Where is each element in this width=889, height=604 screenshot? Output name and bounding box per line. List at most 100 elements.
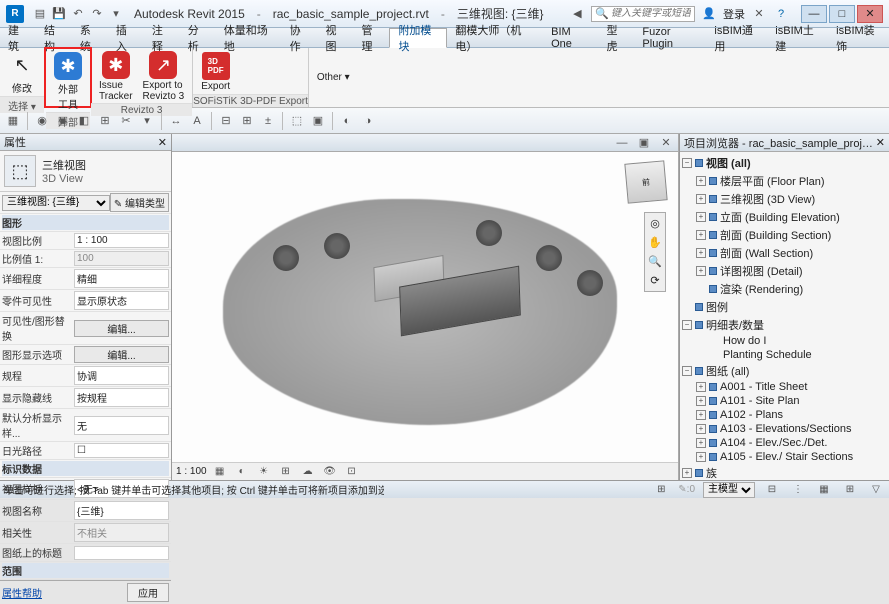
tree-node[interactable]: +A001 - Title Sheet [682,380,887,394]
vt-icon[interactable]: ⊞ [238,112,256,130]
browser-header[interactable]: 项目浏览器 - rac_basic_sample_project.rvt ✕ [680,134,889,152]
tab-系统[interactable]: 系统 [72,28,108,47]
tree-node[interactable]: Planting Schedule [682,348,887,362]
vcb-icon[interactable]: ◐ [233,463,251,481]
vt-icon[interactable]: ▣ [54,112,72,130]
vt-icon[interactable]: ⊟ [217,112,235,130]
tree-node[interactable]: +A104 - Elev./Sec./Det. [682,436,887,450]
qat-undo-icon[interactable]: ↶ [70,6,86,22]
doc-restore-icon[interactable]: ▣ [636,135,652,151]
vt-icon[interactable]: ◉ [33,112,51,130]
info-icon[interactable]: ◀ [569,6,585,22]
exchange-icon[interactable]: ✕ [751,6,767,22]
tab-注释[interactable]: 注释 [144,28,180,47]
vt-icon[interactable]: ⊞ [96,112,114,130]
tree-node[interactable]: +剖面 (Building Section) [682,226,887,244]
property-value[interactable]: ☐ [74,443,169,458]
tab-插入[interactable]: 插入 [108,28,144,47]
vt-icon[interactable]: ▣ [309,112,327,130]
vt-icon[interactable]: ✂ [117,112,135,130]
property-value[interactable]: 无 [74,416,169,435]
app-icon[interactable]: R [6,5,24,23]
viewport-3d[interactable]: 前 ◎ ✋ 🔍 ⟳ [172,152,678,462]
qat-redo-icon[interactable]: ↷ [89,6,105,22]
vcb-icon[interactable]: 👁 [321,463,339,481]
qat-more-icon[interactable]: ▾ [108,6,124,22]
qat-save-icon[interactable]: 💾 [51,6,67,22]
section-identity[interactable]: 标识数据 [2,461,169,476]
sb-icon[interactable]: ⊟ [763,481,781,499]
property-value[interactable]: 协调 [74,366,169,385]
search-input[interactable] [611,8,691,19]
expand-icon[interactable]: − [682,158,692,168]
steering-icon[interactable]: ◎ [650,217,660,230]
tree-node[interactable]: 渲染 (Rendering) [682,280,887,298]
sb-icon[interactable]: ⋮ [789,481,807,499]
tree-node[interactable]: +A102 - Plans [682,408,887,422]
tab-型虎[interactable]: 型虎 [598,28,634,47]
apply-button[interactable]: 应用 [127,583,169,602]
vcb-icon[interactable]: ☀ [255,463,273,481]
expand-icon[interactable]: + [682,468,692,478]
minimize-button[interactable]: — [801,5,827,23]
vcb-icon[interactable]: ☁ [299,463,317,481]
maximize-button[interactable]: □ [829,5,855,23]
tree-node[interactable]: +三维视图 (3D View) [682,190,887,208]
tab-翻模大师（机电）[interactable]: 翻模大师（机电） [447,28,543,47]
qat-open-icon[interactable]: ▤ [32,6,48,22]
tab-isBIM装饰[interactable]: isBIM装饰 [828,28,889,47]
tree-node[interactable]: +楼层平面 (Floor Plan) [682,172,887,190]
expand-icon[interactable]: + [696,438,706,448]
edit-button[interactable]: 编辑... [74,346,169,363]
vt-icon[interactable]: A [188,112,206,130]
modify-button[interactable]: ↖修改 [6,50,38,96]
tree-node[interactable]: −视图 (all) [682,154,887,172]
expand-icon[interactable]: + [696,266,706,276]
vt-icon[interactable]: ⬚ [288,112,306,130]
tab-isBIM通用[interactable]: isBIM通用 [706,28,767,47]
vt-icon[interactable]: ◑ [359,112,377,130]
properties-help-link[interactable]: 属性帮助 [2,585,42,600]
tree-node[interactable]: +A105 - Elev./ Stair Sections [682,450,887,464]
external-tools-button[interactable]: ✱外部 工具 [52,51,84,112]
zoom-icon[interactable]: 🔍 [648,255,662,268]
expand-icon[interactable]: − [682,320,692,330]
issue-tracker-button[interactable]: ✱Issue Tracker [97,50,135,103]
tree-node[interactable]: +立面 (Building Elevation) [682,208,887,226]
tab-视图[interactable]: 视图 [318,28,354,47]
pan-icon[interactable]: ✋ [648,236,662,249]
vt-icon[interactable]: ◐ [338,112,356,130]
tab-isBIM土建[interactable]: isBIM土建 [767,28,828,47]
doc-minimize-icon[interactable]: — [614,135,630,151]
sb-icon[interactable]: ▽ [867,481,885,499]
expand-icon[interactable]: + [696,212,706,222]
tab-协作[interactable]: 协作 [282,28,318,47]
close-button[interactable]: ✕ [857,5,883,23]
expand-icon[interactable]: − [682,366,692,376]
tree-node[interactable]: +详图视图 (Detail) [682,262,887,280]
vcb-icon[interactable]: ▦ [211,463,229,481]
tree-node[interactable]: +A101 - Site Plan [682,394,887,408]
doc-close-icon[interactable]: ✕ [658,135,674,151]
tree-node[interactable]: −图纸 (all) [682,362,887,380]
user-icon[interactable]: 👤 [701,6,717,22]
vcb-icon[interactable]: ⊞ [277,463,295,481]
edit-type-button[interactable]: ✎ 编辑类型 [110,193,169,212]
property-value[interactable]: 显示原状态 [74,291,169,310]
orbit-icon[interactable]: ⟳ [650,274,659,287]
tab-结构[interactable]: 结构 [36,28,72,47]
tab-管理[interactable]: 管理 [353,28,389,47]
properties-header[interactable]: 属性 ✕ [0,134,171,151]
tab-附加模块[interactable]: 附加模块 [389,28,447,48]
vt-icon[interactable]: ± [259,112,277,130]
property-value[interactable]: 1 : 100 [74,233,169,248]
vt-icon[interactable]: ↔ [167,112,185,130]
property-value[interactable] [74,546,169,560]
property-value[interactable]: 精细 [74,269,169,288]
close-icon[interactable]: ✕ [158,136,167,149]
expand-icon[interactable]: + [696,194,706,204]
tab-Fuzor Plugin[interactable]: Fuzor Plugin [634,28,706,47]
type-selector[interactable]: 三维视图: {三维} [2,195,110,211]
expand-icon[interactable]: + [696,396,706,406]
sb-icon[interactable]: ▦ [815,481,833,499]
